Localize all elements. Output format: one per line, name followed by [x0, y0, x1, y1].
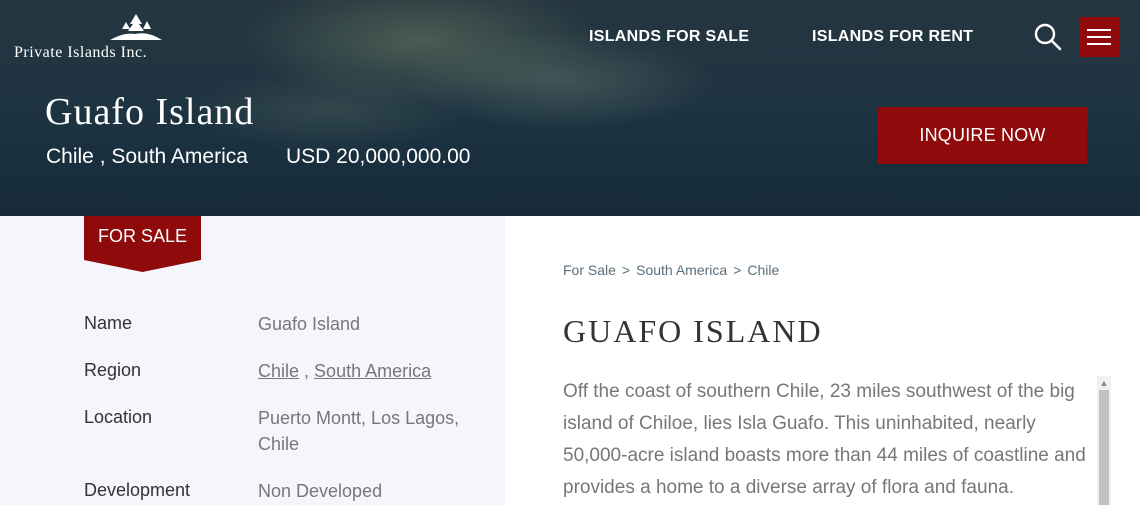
island-tree-icon [110, 14, 162, 40]
info-label: Development [84, 480, 191, 500]
island-description: Off the coast of southern Chile, 23 mile… [563, 381, 1086, 498]
region-continent-link[interactable]: South America [314, 361, 431, 381]
breadcrumb-separator: > [733, 262, 742, 278]
hamburger-icon [1087, 29, 1111, 31]
breadcrumb-separator: > [621, 262, 631, 278]
inquire-now-button[interactable]: INQUIRE NOW [878, 107, 1087, 164]
property-info-panel: FOR SALE Name Guafo Island Region Chile … [0, 216, 505, 505]
hero-location: Chile , South America [46, 145, 248, 168]
site-logo[interactable]: Private Islands Inc. [14, 14, 204, 64]
for-sale-badge: FOR SALE [84, 216, 201, 272]
breadcrumb-item[interactable]: South America [636, 262, 727, 278]
region-separator: , [299, 361, 315, 381]
breadcrumb-item[interactable]: Chile [747, 262, 779, 278]
content-title: GUAFO ISLAND [563, 313, 823, 349]
info-value: Puerto Montt, Los Lagos, Chile [258, 408, 460, 454]
info-value: Guafo Island [258, 314, 361, 334]
scroll-up-arrow-icon[interactable]: ▲ [1097, 376, 1111, 390]
hamburger-icon-line [1087, 36, 1111, 38]
logo-text: Private Islands Inc. [14, 44, 148, 61]
scroll-thumb[interactable] [1099, 390, 1109, 505]
hero-banner: Private Islands Inc. ISLANDS FOR SALE IS… [0, 0, 1140, 216]
nav-islands-for-rent[interactable]: ISLANDS FOR RENT [812, 28, 973, 46]
region-country-link[interactable]: Chile [258, 361, 299, 381]
search-button[interactable] [1033, 22, 1063, 52]
info-value-region: Chile , South America [258, 358, 488, 384]
badge-label: FOR SALE [97, 226, 188, 246]
description-scrollbar[interactable]: ▲ [1097, 376, 1111, 505]
menu-button[interactable] [1079, 17, 1119, 57]
page-title: Guafo Island [45, 91, 255, 133]
hamburger-icon-line [1087, 43, 1111, 45]
info-label: Name [84, 313, 133, 333]
info-value: Non Developed [258, 481, 383, 501]
breadcrumb: For Sale > South America > Chile [563, 262, 779, 278]
info-label: Location [84, 407, 153, 427]
info-label: Region [84, 360, 142, 380]
breadcrumb-item[interactable]: For Sale [563, 262, 616, 278]
nav-islands-for-sale[interactable]: ISLANDS FOR SALE [589, 28, 749, 46]
search-icon [1034, 23, 1062, 51]
hero-price: USD 20,000,000.00 [286, 145, 471, 168]
